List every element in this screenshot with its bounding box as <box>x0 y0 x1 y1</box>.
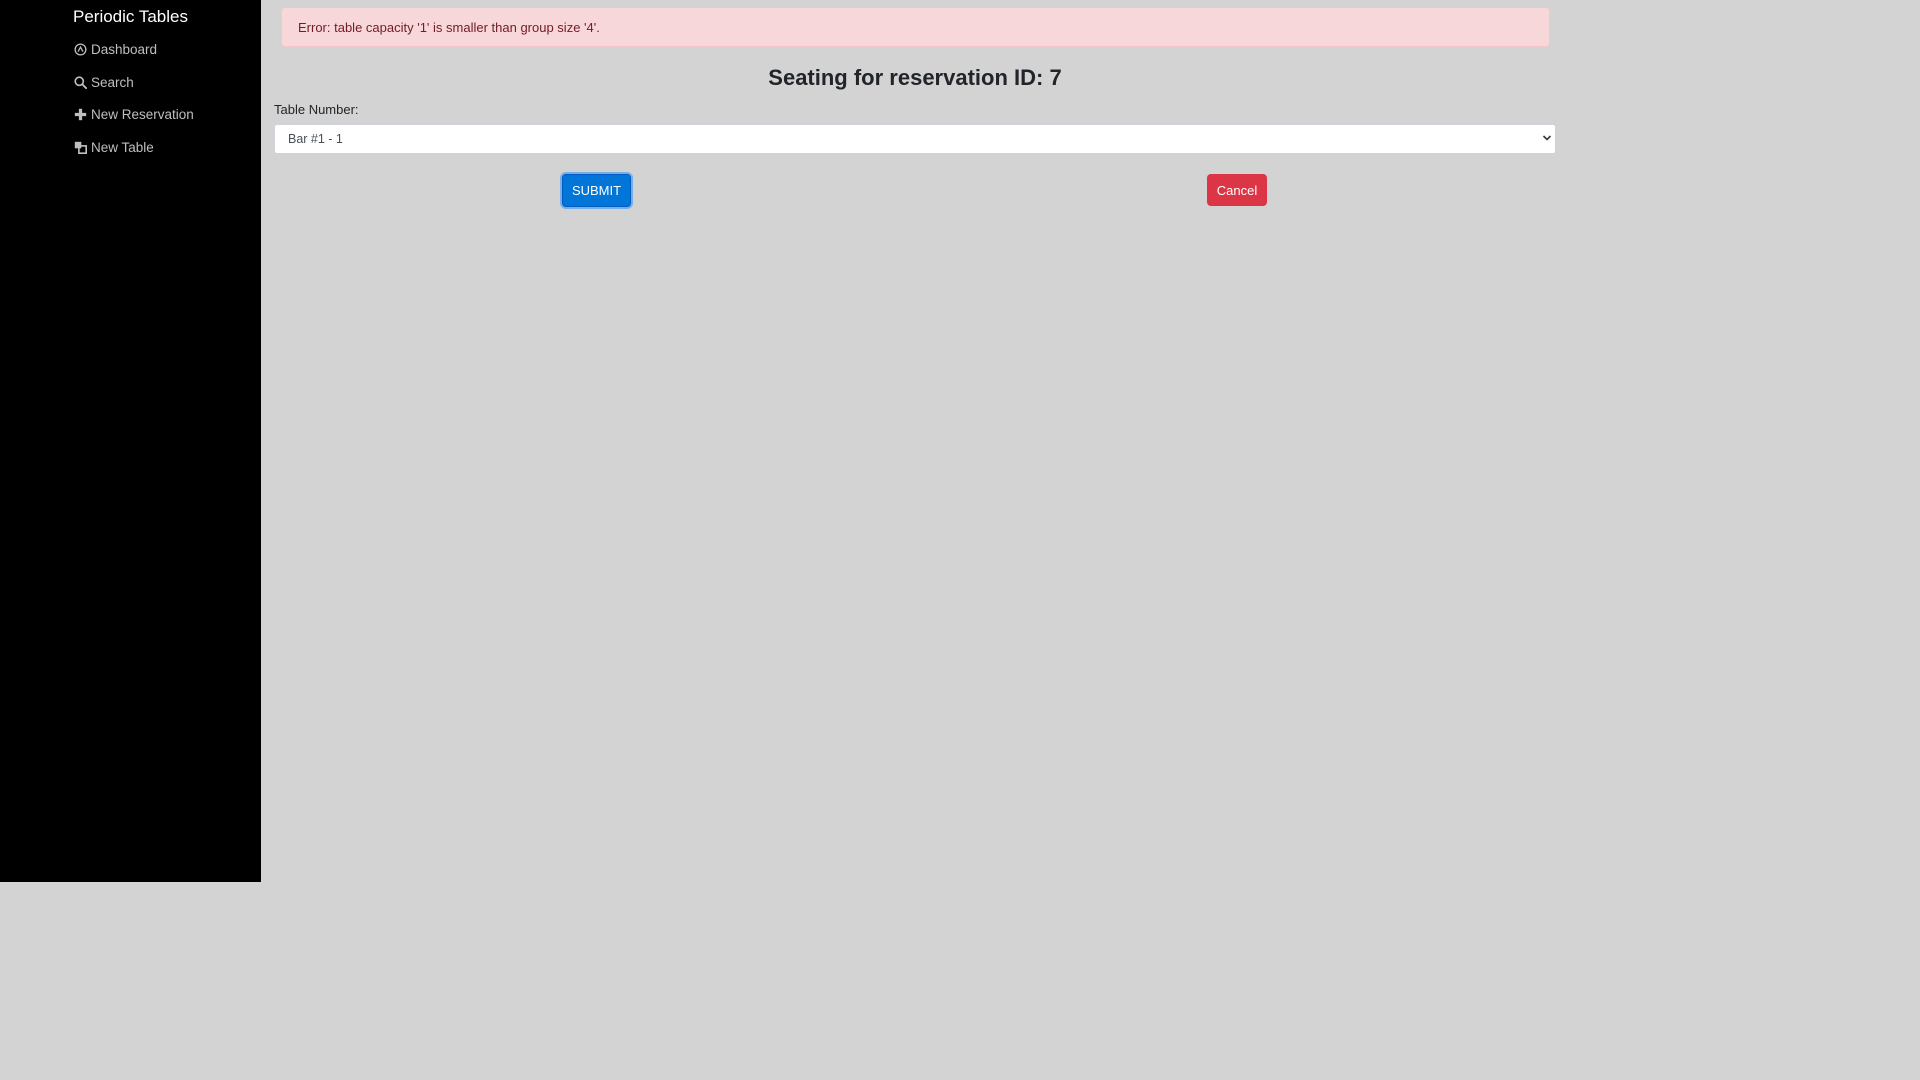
sidebar-item-new-reservation[interactable]: New Reservation <box>74 98 261 131</box>
seat-form: Table Number: Bar #1 - 1 SUBMIT Cancel <box>274 100 1556 214</box>
error-alert: Error: table capacity '1' is smaller tha… <box>281 7 1550 47</box>
sidebar-item-new-table[interactable]: New Table <box>74 131 261 164</box>
search-icon <box>74 75 87 89</box>
form-actions: SUBMIT Cancel <box>274 154 1556 214</box>
sidebar-item-label: New Table <box>91 139 154 155</box>
dashboard-icon <box>74 43 87 56</box>
brand-title[interactable]: Periodic Tables <box>0 0 261 33</box>
sidebar-item-search[interactable]: Search <box>74 66 261 99</box>
chevron-down-icon <box>1542 135 1552 141</box>
page-title: Seating for reservation ID: 7 <box>768 65 1062 90</box>
sidebar-item-label: Dashboard <box>91 41 158 57</box>
sidebar: Periodic Tables Dashboard Search New Res… <box>0 0 261 882</box>
submit-button[interactable]: SUBMIT <box>562 174 631 207</box>
layers-icon <box>74 141 87 154</box>
sidebar-item-label: Search <box>91 74 134 90</box>
sidebar-item-label: New Reservation <box>91 107 194 123</box>
table-select-value: Bar #1 - 1 <box>288 132 343 146</box>
sidebar-nav: Dashboard Search New Reservation New Tab… <box>0 33 261 164</box>
app-root: Periodic Tables Dashboard Search New Res… <box>0 0 1568 882</box>
table-number-select[interactable]: Bar #1 - 1 <box>274 124 1556 154</box>
main-content: Error: table capacity '1' is smaller tha… <box>261 0 1569 882</box>
table-select-wrapper: Bar #1 - 1 <box>274 124 1556 154</box>
plus-icon <box>74 108 87 121</box>
cancel-button[interactable]: Cancel <box>1207 174 1267 206</box>
table-number-label: Table Number: <box>274 102 359 117</box>
sidebar-item-dashboard[interactable]: Dashboard <box>74 33 261 66</box>
